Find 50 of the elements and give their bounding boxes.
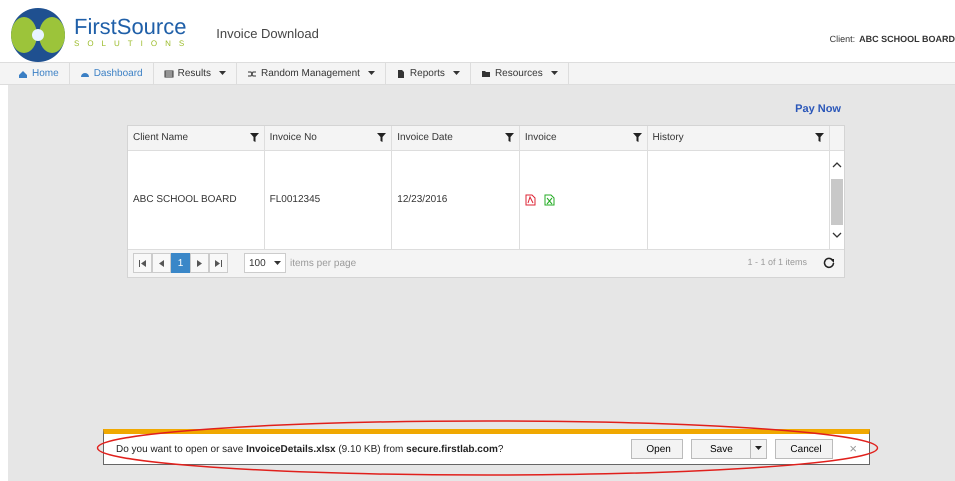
next-page-icon: [196, 260, 203, 266]
brand-tagline: SOLUTIONS: [74, 38, 192, 50]
last-page-icon: [215, 260, 222, 266]
caret-icon: [274, 260, 281, 266]
document-icon: [396, 68, 406, 78]
pay-now-link[interactable]: Pay Now: [795, 101, 841, 118]
previous-page-button[interactable]: [152, 253, 171, 273]
filter-icon[interactable]: [377, 133, 386, 142]
client-name: ABC SCHOOL BOARD: [859, 33, 955, 46]
caret-icon: [368, 71, 375, 76]
refresh-icon[interactable]: [823, 257, 835, 269]
table-cell-text: 12/23/2016: [397, 193, 448, 207]
caret-icon: [755, 446, 762, 452]
caret-icon: [218, 71, 226, 76]
filter-icon[interactable]: [815, 133, 824, 142]
folder-icon: [480, 68, 491, 78]
last-page-button[interactable]: [209, 253, 228, 273]
column-header: Invoice Date: [397, 131, 453, 145]
previous-page-icon: [158, 260, 165, 266]
cancel-button[interactable]: Cancel: [775, 439, 834, 459]
column-header: Invoice No: [270, 131, 317, 145]
client-label: Client:: [830, 33, 856, 46]
download-prompt: Do you want to open or save InvoiceDetails.xlsx (9.10 KB) from secure.firstlab.com?: [116, 442, 504, 456]
home-icon: [18, 68, 28, 78]
caret-icon: [452, 71, 460, 76]
page-button[interactable]: 1: [171, 253, 190, 273]
filter-icon[interactable]: [504, 133, 514, 142]
page-size-select[interactable]: 100: [244, 253, 286, 273]
column-header: Client Name: [133, 131, 188, 145]
shuffle-icon: [246, 68, 257, 78]
save-options-button[interactable]: [751, 439, 768, 459]
table-cell-text: FL0012345: [270, 193, 320, 207]
spreadsheet-file-icon[interactable]: [544, 194, 555, 206]
column-header: Invoice: [524, 131, 557, 145]
page-title: Invoice Download: [216, 25, 319, 43]
table-icon: [164, 68, 174, 78]
pdf-file-icon[interactable]: [524, 194, 536, 206]
column-header: History: [652, 131, 684, 145]
page-size-label: items per page: [290, 256, 356, 270]
open-button[interactable]: Open: [631, 439, 684, 459]
save-button[interactable]: Save: [691, 439, 752, 459]
table-cell-text: ABC SCHOOL BOARD: [133, 193, 237, 207]
next-page-button[interactable]: [190, 253, 209, 273]
brand-name: FirstSource: [74, 16, 188, 38]
filter-icon[interactable]: [250, 133, 259, 142]
pager-summary: 1 - 1 of 1 items: [747, 256, 807, 270]
caret-icon: [550, 71, 558, 76]
first-page-button[interactable]: [133, 253, 152, 273]
first-page-icon: [139, 260, 146, 266]
filter-icon[interactable]: [632, 133, 642, 142]
